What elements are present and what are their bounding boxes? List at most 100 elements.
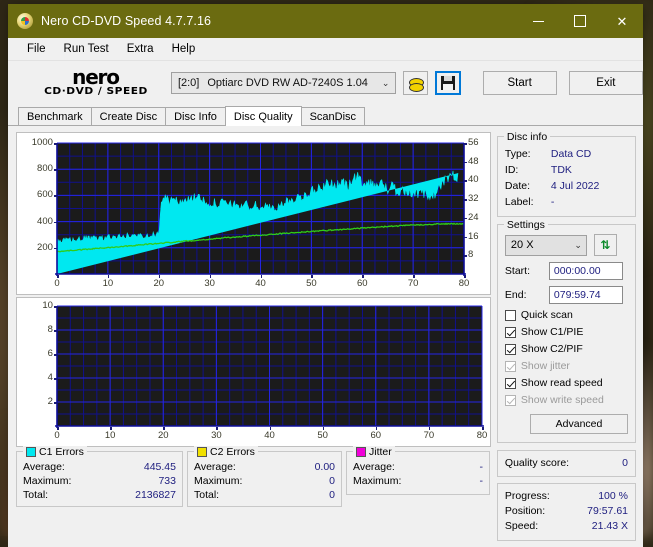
close-button[interactable]: ✕ [601,4,643,38]
c1-total-value: 2136827 [135,489,176,501]
chartBot-xtick: 20 [157,430,169,441]
save-floppy-icon [440,76,455,90]
c2-total-key: Total: [194,489,220,501]
progress-panel: Progress: 100 % Position: 79:57.61 Speed… [496,483,636,541]
app-window: Nero CD-DVD Speed 4.7.7.16 ✕ File Run Te… [8,4,643,547]
tab-disc-quality[interactable]: Disc Quality [224,106,302,126]
menu-bar: File Run Test Extra Help [8,38,643,61]
speed-value: 21.43 X [591,520,628,532]
minimize-button[interactable] [517,4,559,38]
chartTop-ytick: 200 [37,241,53,253]
tick [107,275,110,278]
chartTop-y2tick: 40 [468,174,479,186]
c1-average-row: Average: 445.45 [23,460,176,474]
c2-errors-chart[interactable]: 2 4 6 8 10 0 10 20 30 40 50 60 70 80 [16,297,491,447]
save-button[interactable] [435,71,461,95]
eject-button[interactable] [402,71,429,95]
progress-label: Progress: [504,490,550,502]
drive-select[interactable]: [2:0] Optiarc DVD RW AD-7240S 1.04 ⌄ [170,72,396,94]
tick [54,221,57,224]
checkbox-quick-scan[interactable]: Quick scan [504,309,628,321]
tick [428,427,431,430]
start-field-row: Start: 000:00.00 [505,262,628,280]
c2-maximum-value: 0 [329,475,335,487]
c1-average-value: 445.45 [143,461,176,473]
checkbox-box [504,309,516,321]
tick [464,217,467,220]
disc-label-value: - [550,196,555,208]
settings-legend: Settings [503,219,548,231]
end-label: End: [504,289,527,301]
checkbox-show-c2-pif[interactable]: Show C2/PIF [504,343,628,355]
c2-total-value: 0 [329,489,335,501]
jitter-legend: Jitter [353,446,395,458]
checkbox-label: Show jitter [520,360,570,372]
speed-row: Speed: 21.43 X [505,519,628,534]
chevron-down-icon: ⌄ [574,239,582,250]
exit-button[interactable]: Exit [568,71,643,95]
tick [54,330,57,332]
chartTop-ytick: 400 [37,215,53,227]
maximize-button[interactable] [559,4,601,38]
menu-extra[interactable]: Extra [118,41,163,57]
disc-date-value: 4 Jul 2022 [550,180,600,192]
disc-type-value: Data CD [550,148,592,160]
jitter-average-key: Average: [353,461,395,473]
menu-file[interactable]: File [18,41,55,57]
c2-maximum-row: Maximum: 0 [194,474,335,488]
end-input[interactable]: 079:59.74 [548,286,623,304]
disc-info-legend: Disc info [503,131,551,143]
refresh-button[interactable]: ⇅ [593,234,617,256]
tab-disc-info[interactable]: Disc Info [165,107,226,125]
jitter-stats: Jitter Average: - Maximum: - [346,446,490,495]
checkbox-show-jitter: Show jitter [504,360,628,372]
tick [209,275,212,278]
chartTop-xtick: 10 [102,278,114,289]
position-label: Position: [504,505,546,517]
tab-create-disc[interactable]: Create Disc [90,107,167,125]
c2-errors-stats: C2 Errors Average: 0.00 Maximum: 0 Total… [187,446,342,507]
start-button[interactable]: Start [482,71,557,95]
c2-average-key: Average: [194,461,236,473]
menu-run-test[interactable]: Run Test [55,41,118,57]
chartBot-xtick: 70 [423,430,435,441]
jitter-legend-label: Jitter [369,446,392,458]
chartBot-xtick: 10 [104,430,116,441]
chartBot-ytick: 4 [47,372,53,383]
c1-maximum-value: 733 [158,475,176,487]
chartTop-ytick: 1000 [31,137,53,148]
jitter-maximum-key: Maximum: [353,475,402,487]
tick [54,143,57,145]
chartBot-ytick: 8 [47,324,53,335]
disc-id-value: TDK [550,164,572,176]
checkbox-show-read-speed[interactable]: Show read speed [504,377,628,389]
disc-info-panel: Disc info Type: Data CD ID: TDK Date: 4 … [496,131,636,217]
tab-scandisc[interactable]: ScanDisc [300,107,366,125]
menu-help[interactable]: Help [163,41,205,57]
tick [54,378,57,380]
progress-row: Progress: 100 % [505,489,628,504]
chartTop-ytick: 600 [37,189,53,201]
chartBot-xtick: 0 [54,430,60,441]
speed-select[interactable]: 20 X ⌄ [504,234,587,256]
chartTop-xtick: 80 [458,278,470,289]
jitter-maximum-value: - [479,475,484,487]
tick [158,275,161,278]
checkbox-show-c1-pie[interactable]: Show C1/PIE [504,326,628,338]
tick [260,275,263,278]
chartTop-canvas [55,142,466,276]
disc-type-key: Type: [504,148,531,160]
chartBot-xtick: 40 [264,430,275,441]
tab-benchmark[interactable]: Benchmark [18,107,92,125]
chartTop-xtick: 60 [356,278,368,289]
checkbox-label: Show read speed [520,377,603,389]
start-input[interactable]: 000:00.00 [548,262,623,280]
jitter-color-swatch [356,447,366,457]
disc-label-key: Label: [504,196,534,208]
advanced-button[interactable]: Advanced [530,414,628,434]
c1-errors-chart[interactable]: 200 400 600 800 1000 0 10 20 30 40 50 60 70 80 8 16 24 32… [16,132,491,295]
jitter-average-row: Average: - [353,460,483,474]
tick [464,180,467,183]
tick [464,161,467,164]
quality-score-label: Quality score: [504,457,570,469]
